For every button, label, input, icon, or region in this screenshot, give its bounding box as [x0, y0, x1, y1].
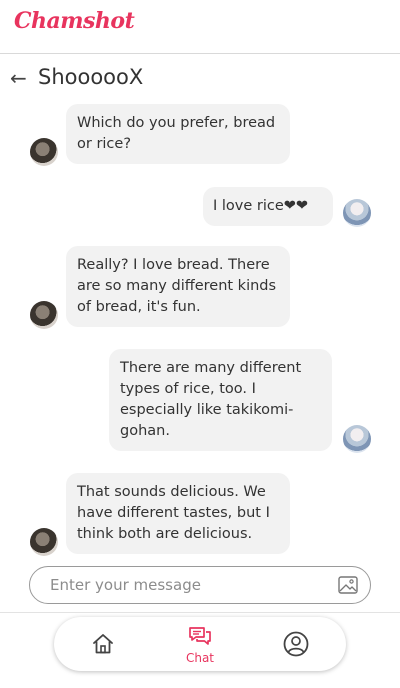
chat-title: ShoooooX	[38, 65, 144, 89]
message-bubble-received: Really? I love bread. There are so many …	[66, 246, 290, 327]
message-bubble-received: That sounds delicious. We have different…	[66, 473, 290, 554]
message-bubble-sent: There are many different types of rice, …	[109, 349, 332, 451]
nav-item-home[interactable]	[73, 617, 133, 671]
message-list[interactable]: Which do you prefer, bread or rice? I lo…	[0, 100, 400, 560]
nav-item-chat[interactable]: Chat	[170, 617, 230, 671]
chat-title-bar: ← ShoooooX	[0, 62, 400, 100]
nav-label-chat: Chat	[185, 651, 215, 665]
message-bubble-sent: I love rice❤❤	[203, 187, 333, 226]
nav-item-profile[interactable]	[266, 617, 326, 671]
avatar[interactable]	[343, 425, 371, 453]
app-logo[interactable]: Chamshot	[14, 8, 135, 34]
chat-icon	[189, 627, 211, 645]
avatar[interactable]	[343, 199, 371, 227]
avatar[interactable]	[30, 301, 58, 329]
user-icon	[283, 631, 309, 657]
avatar[interactable]	[30, 528, 58, 556]
app-header: Chamshot	[0, 0, 400, 54]
message-bubble-received: Which do you prefer, bread or rice?	[66, 104, 290, 164]
message-composer	[29, 566, 371, 604]
image-icon[interactable]	[338, 576, 358, 594]
bottom-nav: Chat	[54, 617, 346, 671]
back-arrow-icon[interactable]: ←	[10, 66, 27, 90]
divider	[0, 612, 400, 613]
message-input[interactable]	[50, 575, 330, 595]
avatar[interactable]	[30, 138, 58, 166]
home-icon	[93, 634, 113, 654]
